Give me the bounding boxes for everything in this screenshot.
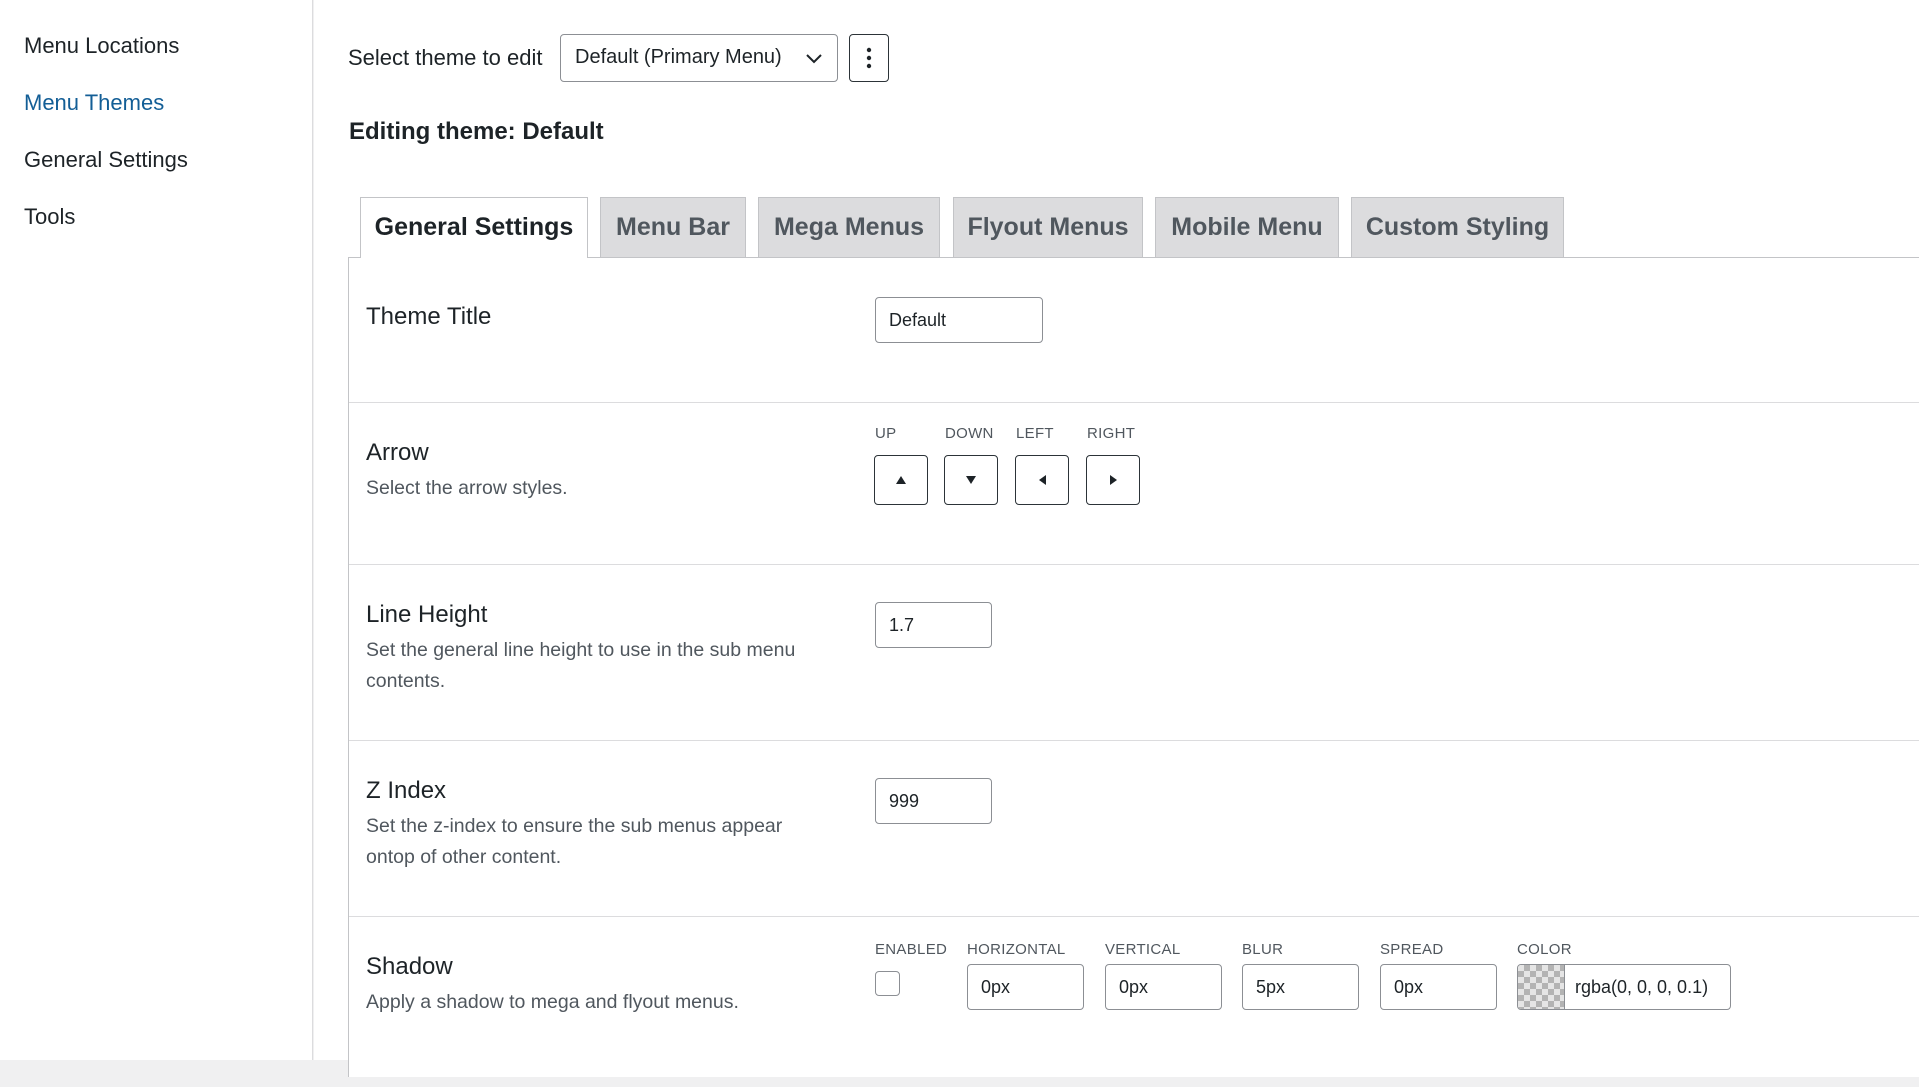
editing-theme-title: Editing theme: Default [349, 118, 604, 145]
arrow-down-label: DOWN [945, 425, 994, 442]
line-height-input[interactable] [875, 602, 992, 648]
theme-select[interactable]: Default (Primary Menu) [560, 34, 838, 82]
tab-custom-styling[interactable]: Custom Styling [1351, 197, 1564, 257]
shadow-horizontal-label: HORIZONTAL [967, 941, 1066, 958]
shadow-vertical-label: VERTICAL [1105, 941, 1181, 958]
vertical-ellipsis-icon [866, 47, 872, 69]
theme-title-input[interactable] [875, 297, 1043, 343]
arrow-up-icon [896, 476, 906, 484]
z-index-description: Set the z-index to ensure the sub menus … [366, 815, 783, 868]
arrow-right-label: RIGHT [1087, 425, 1136, 442]
setting-row-shadow: Shadow Apply a shadow to mega and flyout… [349, 917, 1919, 1087]
main-content: Select theme to edit Default (Primary Me… [314, 0, 1919, 1077]
shadow-label: Shadow [366, 953, 453, 980]
tab-menu-bar[interactable]: Menu Bar [600, 197, 746, 257]
line-height-label: Line Height [366, 601, 488, 628]
settings-panel: Theme Title Arrow Select the arrow style… [348, 257, 1919, 1077]
tab-flyout-menus[interactable]: Flyout Menus [953, 197, 1143, 257]
sidebar-item-menu-themes[interactable]: Menu Themes [24, 90, 164, 116]
arrow-left-icon [1039, 475, 1046, 485]
more-options-button[interactable] [849, 34, 889, 82]
z-index-input[interactable] [875, 778, 992, 824]
arrow-description: Select the arrow styles. [366, 477, 568, 499]
arrow-left-button[interactable] [1015, 455, 1069, 505]
setting-row-line-height: Line Height Set the general line height … [349, 565, 1919, 741]
shadow-enabled-label: ENABLED [875, 941, 948, 958]
shadow-color-field [1517, 964, 1731, 1010]
theme-title-label: Theme Title [366, 303, 492, 330]
arrow-right-button[interactable] [1086, 455, 1140, 505]
tab-general-settings[interactable]: General Settings [360, 197, 588, 258]
arrow-down-button[interactable] [944, 455, 998, 505]
shadow-blur-label: BLUR [1242, 941, 1284, 958]
sidebar-item-menu-locations[interactable]: Menu Locations [24, 33, 179, 59]
arrow-up-label: UP [875, 425, 897, 442]
arrow-right-icon [1110, 475, 1117, 485]
sidebar-item-general-settings[interactable]: General Settings [24, 147, 188, 173]
line-height-description: Set the general line height to use in th… [366, 639, 796, 692]
setting-row-theme-title: Theme Title [349, 258, 1919, 403]
shadow-spread-input[interactable] [1380, 964, 1497, 1010]
shadow-color-input[interactable] [1565, 965, 1730, 1009]
shadow-vertical-input[interactable] [1105, 964, 1222, 1010]
arrow-label: Arrow [366, 439, 429, 466]
tab-mega-menus[interactable]: Mega Menus [758, 197, 940, 257]
shadow-horizontal-input[interactable] [967, 964, 1084, 1010]
theme-select-value: Default (Primary Menu) [575, 46, 782, 68]
setting-row-z-index: Z Index Set the z-index to ensure the su… [349, 741, 1919, 917]
arrow-left-label: LEFT [1016, 425, 1054, 442]
shadow-color-label: COLOR [1517, 941, 1572, 958]
sidebar-item-tools[interactable]: Tools [24, 204, 75, 230]
shadow-spread-label: SPREAD [1380, 941, 1444, 958]
shadow-blur-input[interactable] [1242, 964, 1359, 1010]
tab-mobile-menu[interactable]: Mobile Menu [1155, 197, 1339, 257]
sidebar: Menu Locations Menu Themes General Setti… [0, 0, 313, 1060]
shadow-enabled-checkbox[interactable] [875, 971, 900, 996]
arrow-up-button[interactable] [874, 455, 928, 505]
select-theme-label: Select theme to edit [348, 45, 543, 70]
z-index-label: Z Index [366, 777, 447, 804]
shadow-color-swatch[interactable] [1518, 965, 1565, 1009]
shadow-description: Apply a shadow to mega and flyout menus. [366, 991, 739, 1013]
arrow-down-icon [966, 476, 976, 484]
chevron-down-icon [806, 54, 822, 64]
